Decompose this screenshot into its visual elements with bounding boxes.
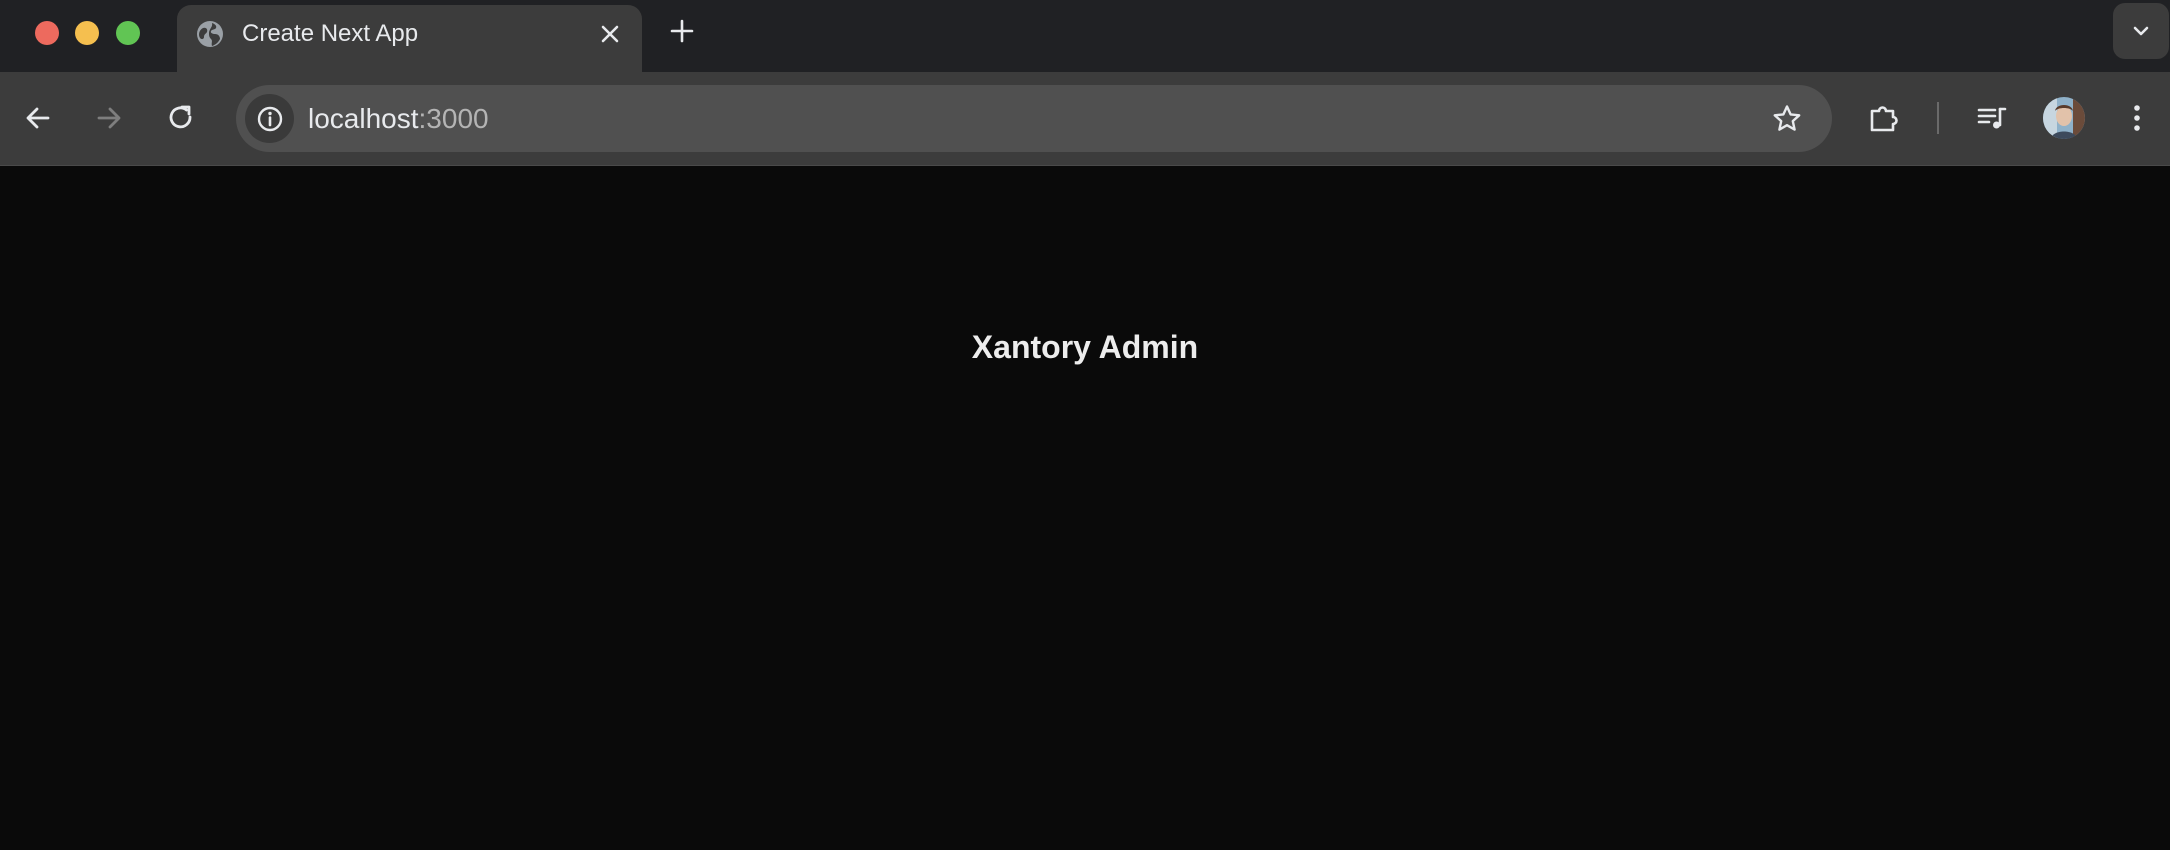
- reload-icon[interactable]: [160, 97, 202, 139]
- info-icon[interactable]: [245, 94, 294, 143]
- profile-avatar[interactable]: [2043, 97, 2085, 139]
- chevron-down-icon[interactable]: [2113, 3, 2169, 59]
- url-text[interactable]: localhost:3000: [308, 103, 489, 135]
- window-minimize-button[interactable]: [75, 21, 99, 45]
- plus-icon[interactable]: [665, 14, 699, 48]
- browser-window: Create Next App localhost:3000 Xantory A…: [0, 0, 2170, 850]
- tab-strip: Create Next App: [0, 0, 2170, 72]
- forward-arrow-icon[interactable]: [88, 97, 130, 139]
- url-host: localhost: [308, 103, 419, 134]
- address-bar[interactable]: localhost:3000: [236, 85, 1832, 152]
- page-content: Xantory Admin: [0, 166, 2170, 850]
- browser-toolbar: localhost:3000: [0, 72, 2170, 166]
- star-icon[interactable]: [1768, 100, 1806, 138]
- window-close-button[interactable]: [35, 21, 59, 45]
- back-arrow-icon[interactable]: [17, 97, 59, 139]
- window-maximize-button[interactable]: [116, 21, 140, 45]
- globe-icon: [195, 19, 225, 49]
- tab-title: Create Next App: [242, 20, 419, 47]
- tab-active[interactable]: Create Next App: [177, 5, 642, 72]
- toolbar-divider: [1937, 102, 1939, 134]
- close-icon[interactable]: [594, 18, 626, 50]
- page-heading: Xantory Admin: [971, 329, 1199, 365]
- puzzle-icon[interactable]: [1863, 97, 1905, 139]
- kebab-menu-icon[interactable]: [2116, 97, 2158, 139]
- media-queue-icon[interactable]: [1971, 97, 2013, 139]
- url-port: :3000: [418, 103, 489, 134]
